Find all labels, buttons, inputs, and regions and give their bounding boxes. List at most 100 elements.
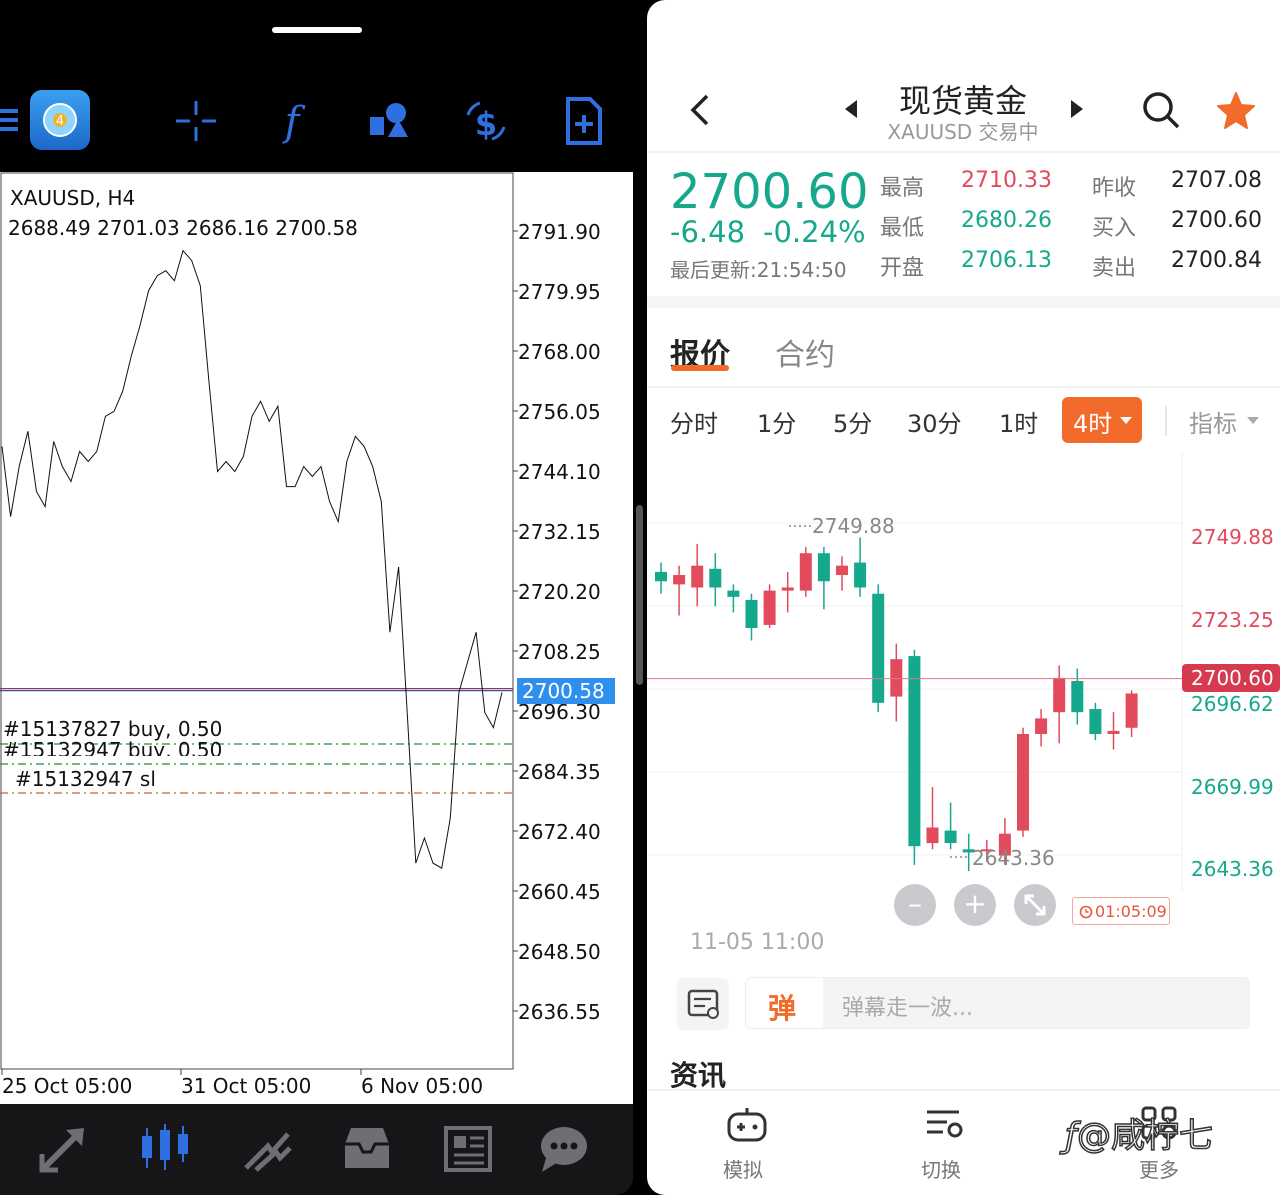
ohlc-label: 2688.49 2701.03 2686.16 2700.58 bbox=[8, 216, 358, 240]
countdown-text: 01:05:09 bbox=[1095, 902, 1167, 921]
ask-label: 卖出 bbox=[1092, 256, 1137, 281]
danmaku-settings-icon bbox=[687, 989, 719, 1019]
danmaku-badge: 弹 bbox=[768, 992, 797, 1025]
price-change-percent: -0.24% bbox=[763, 215, 866, 249]
bottom-divider bbox=[647, 1089, 1280, 1091]
tf-4h-active[interactable]: 4时 bbox=[1062, 397, 1142, 443]
price-chart[interactable]: 2791.90 2779.95 2768.00 2756.05 2744.10 2732.… bbox=[0, 172, 633, 1104]
clock-icon bbox=[1079, 905, 1093, 919]
current-price-tag: 2700.58 bbox=[517, 678, 615, 704]
price-axis-label: 2636.55 bbox=[518, 1000, 601, 1024]
candle-body bbox=[655, 571, 667, 582]
low-marker-label: 2643.36 bbox=[972, 846, 1055, 870]
indicators-icon[interactable]: f bbox=[268, 95, 316, 147]
candle-body bbox=[872, 593, 885, 703]
nav-more-label: 更多 bbox=[1139, 1158, 1179, 1182]
objects-icon[interactable] bbox=[366, 95, 414, 147]
low-value: 2680.26 bbox=[961, 208, 1052, 233]
candle-body bbox=[817, 553, 830, 582]
tf-tick[interactable]: 分时 bbox=[670, 404, 718, 439]
chart-icon[interactable] bbox=[140, 1122, 192, 1174]
price-axis-label: 2744.10 bbox=[518, 460, 601, 484]
tf-30m[interactable]: 30分 bbox=[907, 404, 962, 439]
tf-1m[interactable]: 1分 bbox=[757, 404, 796, 439]
prev-symbol-icon[interactable] bbox=[843, 98, 859, 120]
price-change: -6.48 bbox=[670, 215, 746, 249]
candle-body bbox=[781, 587, 794, 591]
favorite-star-icon[interactable] bbox=[1215, 90, 1257, 132]
zoom-in-button[interactable]: + bbox=[954, 884, 996, 926]
search-icon[interactable] bbox=[1141, 90, 1181, 130]
indicator-button[interactable]: 指标 bbox=[1189, 404, 1237, 439]
price-axis-label: 2756.05 bbox=[518, 400, 601, 424]
price-axis-label: 2648.50 bbox=[518, 940, 601, 964]
tf-5m[interactable]: 5分 bbox=[833, 404, 872, 439]
nav-simulate[interactable]: 模拟 bbox=[717, 1104, 777, 1184]
candle-body bbox=[854, 562, 867, 588]
axis-label-3: 2696.62 bbox=[1191, 692, 1274, 716]
crosshair-icon[interactable] bbox=[172, 95, 220, 147]
candle-body bbox=[1017, 733, 1029, 831]
candle-body bbox=[763, 590, 776, 625]
watermark-text: @咸柠七 bbox=[1076, 1115, 1214, 1157]
trade-icon[interactable]: $ bbox=[462, 95, 510, 147]
expand-icon bbox=[1024, 894, 1046, 916]
history-icon[interactable] bbox=[341, 1122, 393, 1174]
danmaku-input[interactable]: 弹 弹幕走一波... bbox=[745, 977, 1250, 1029]
split-divider-handle[interactable] bbox=[636, 505, 643, 685]
menu-icon[interactable] bbox=[0, 105, 20, 135]
last-update: 最后更新:21:54:50 bbox=[670, 258, 847, 282]
nav-switch[interactable]: 切换 bbox=[915, 1104, 975, 1184]
metatrader-logo-icon[interactable]: 4 bbox=[30, 90, 90, 150]
quote-pane: 现货黄金 XAUUSD 交易中 2700.60 -6.48 -0.24% 最后更… bbox=[647, 0, 1280, 1195]
zoom-out-button[interactable]: – bbox=[894, 884, 936, 926]
quotes-icon[interactable] bbox=[38, 1122, 90, 1174]
tabs-divider bbox=[647, 386, 1280, 388]
price-axis-label: 2720.20 bbox=[518, 580, 601, 604]
next-symbol-icon[interactable] bbox=[1069, 98, 1085, 120]
countdown-badge: 01:05:09 bbox=[1072, 897, 1170, 925]
sl-label: #15132947 sl bbox=[15, 767, 156, 791]
nav-switch-label: 切换 bbox=[921, 1158, 961, 1182]
trade-tab-icon[interactable] bbox=[242, 1122, 294, 1174]
switch-icon bbox=[927, 1110, 963, 1138]
high-label: 最高 bbox=[880, 176, 925, 201]
low-label: 最低 bbox=[880, 216, 925, 241]
ask-value: 2700.84 bbox=[1171, 248, 1262, 273]
new-document-icon[interactable] bbox=[560, 95, 608, 147]
metatrader-pane: 4 f $ 2791.90 2779.95 2768.00 2756.05 2744.1… bbox=[0, 0, 633, 1195]
fullscreen-button[interactable] bbox=[1014, 884, 1056, 926]
gamepad-icon bbox=[727, 1108, 767, 1142]
candle-body bbox=[709, 568, 722, 588]
high-marker-label: 2749.88 bbox=[812, 514, 895, 538]
danmaku-settings-button[interactable] bbox=[677, 978, 729, 1030]
prev-close-label: 昨收 bbox=[1092, 176, 1137, 201]
danmaku-toggle[interactable]: 弹 bbox=[746, 978, 823, 1028]
bid-label: 买入 bbox=[1092, 216, 1137, 241]
news-icon[interactable] bbox=[442, 1122, 494, 1174]
candle-body bbox=[1107, 730, 1120, 734]
candle-body bbox=[1125, 693, 1138, 728]
time-label-1: 25 Oct 05:00 bbox=[2, 1074, 133, 1098]
candle-body bbox=[1089, 709, 1102, 734]
drag-handle[interactable] bbox=[272, 27, 362, 33]
back-icon[interactable] bbox=[687, 92, 717, 128]
tf-1h[interactable]: 1时 bbox=[999, 404, 1038, 439]
time-label-2: 31 Oct 05:00 bbox=[181, 1074, 312, 1098]
tab-contract[interactable]: 合约 bbox=[775, 330, 835, 374]
chevron-down-icon bbox=[1120, 417, 1132, 424]
svg-text:f: f bbox=[282, 99, 306, 145]
indicator-chevron-icon[interactable] bbox=[1247, 417, 1259, 425]
tab-quote-underline bbox=[671, 365, 729, 371]
chat-icon[interactable] bbox=[538, 1122, 590, 1174]
open-label: 开盘 bbox=[880, 256, 925, 281]
symbol-label: XAUUSD, H4 bbox=[10, 186, 136, 210]
candle-body bbox=[727, 590, 740, 597]
current-price-axis-tag: 2700.60 bbox=[1182, 664, 1280, 692]
tf-separator bbox=[1165, 406, 1167, 436]
candle-body bbox=[1071, 680, 1084, 713]
tf-4h-label: 4时 bbox=[1073, 410, 1113, 438]
bid-value: 2700.60 bbox=[1171, 208, 1262, 233]
price-axis-label: 2660.45 bbox=[518, 880, 601, 904]
watermark-logo-icon: ƒ bbox=[1064, 1115, 1077, 1157]
